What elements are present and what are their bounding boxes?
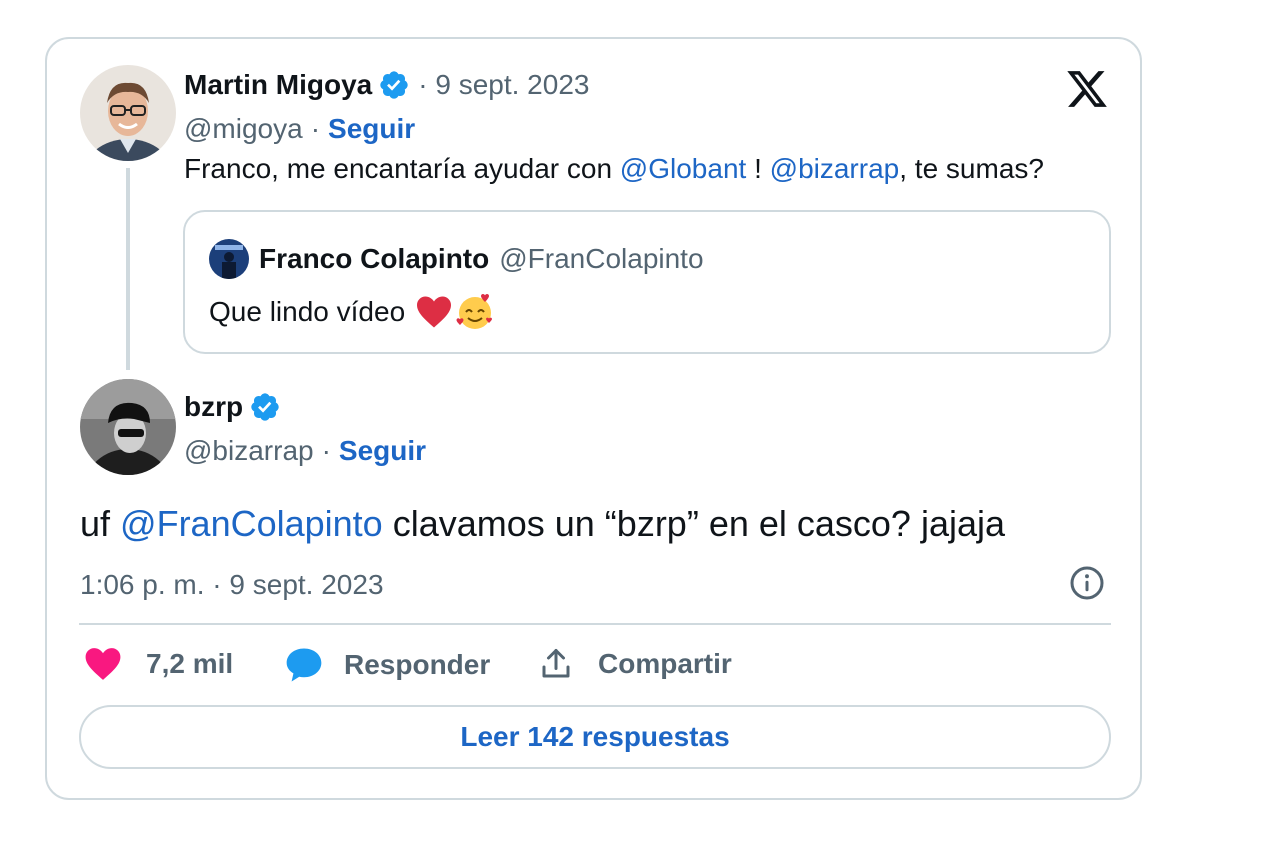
share-label: Compartir — [598, 648, 732, 679]
tweet-text-part: Franco, me encantaría ayudar con — [184, 153, 620, 184]
tweet-text-part: uf — [80, 503, 121, 544]
divider — [79, 623, 1111, 625]
author-handle[interactable]: @migoya — [184, 112, 303, 146]
follow-button[interactable]: Seguir — [328, 112, 415, 146]
mention-link[interactable]: @bizarrap — [770, 153, 900, 184]
reply-label: Responder — [344, 649, 491, 680]
verified-badge-icon — [378, 69, 410, 101]
parent-tweet-text: Franco, me encantaría ayudar con @Globan… — [184, 152, 1044, 186]
tweet-text-part: clavamos un “bzrp” en el casco? jajaja — [382, 503, 1006, 544]
franco-colapinto-avatar — [209, 239, 249, 279]
tweet-date[interactable]: · 9 sept. 2023 — [418, 68, 589, 102]
quoted-tweet[interactable]: Franco Colapinto @FranColapinto Que lind… — [183, 210, 1111, 354]
verified-badge-icon — [249, 391, 281, 423]
handle-separator: · — [310, 113, 321, 144]
info-icon[interactable] — [1069, 565, 1105, 601]
quoted-author-handle: @FranColapinto — [499, 243, 704, 274]
thread-connector-line — [126, 168, 130, 370]
handle-separator: · — [321, 435, 331, 466]
reply-bubble-icon — [284, 646, 324, 684]
quoted-tweet-text: Que lindo vídeo — [209, 296, 406, 327]
author-handle[interactable]: @bizarrap — [184, 434, 314, 468]
tweet-text-part: , te sumas? — [899, 153, 1044, 184]
author-name[interactable]: Martin Migoya — [184, 68, 372, 102]
author-name[interactable]: bzrp — [184, 390, 243, 424]
tweet-text-part: ! — [746, 153, 770, 184]
like-button[interactable]: 7,2 mil — [84, 646, 233, 682]
reply-button[interactable]: Responder — [284, 646, 490, 684]
share-button[interactable]: Compartir — [538, 646, 732, 682]
bzrp-avatar[interactable] — [80, 379, 176, 475]
martin-migoya-avatar[interactable] — [80, 65, 176, 161]
read-replies-button[interactable]: Leer 142 respuestas — [79, 705, 1111, 769]
embedded-tweet-card: Martin Migoya · 9 sept. 2023 @migoya · S… — [45, 37, 1142, 800]
mention-link[interactable]: @Globant — [620, 153, 747, 184]
tweet-timestamp[interactable]: 1:06 p. m. · 9 sept. 2023 — [80, 568, 384, 602]
like-count: 7,2 mil — [146, 648, 234, 679]
smiling-hearts-emoji-icon — [455, 292, 495, 332]
x-logo-icon[interactable] — [1064, 67, 1110, 111]
follow-button[interactable]: Seguir — [339, 434, 426, 468]
quoted-author-name: Franco Colapinto — [259, 243, 490, 274]
main-tweet-text: uf @FranColapinto clavamos un “bzrp” en … — [80, 503, 1005, 545]
share-icon — [538, 646, 574, 682]
heart-icon — [84, 646, 122, 682]
mention-link[interactable]: @FranColapinto — [120, 503, 383, 544]
heart-emoji-icon — [415, 295, 453, 329]
